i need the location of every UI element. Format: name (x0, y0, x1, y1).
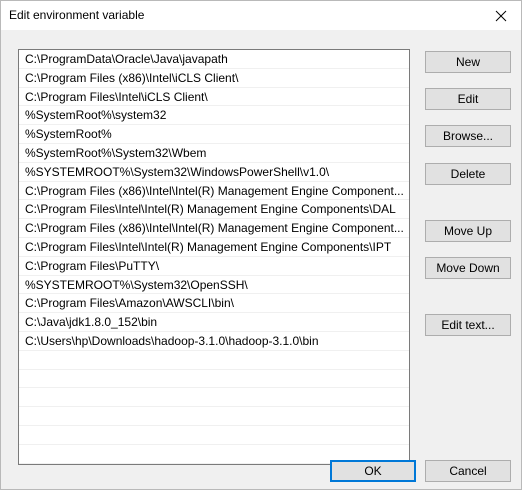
close-icon (495, 10, 507, 21)
path-list[interactable]: C:\ProgramData\Oracle\Java\javapath C:\Pr… (18, 49, 410, 465)
list-item[interactable]: C:\Users\hp\Downloads\hadoop-3.1.0\hadoo… (19, 332, 409, 351)
list-item-empty[interactable] (19, 388, 409, 408)
move-up-button[interactable]: Move Up (425, 220, 511, 242)
delete-button[interactable]: Delete (425, 163, 511, 185)
list-item[interactable]: %SystemRoot%\system32 (19, 106, 409, 126)
list-item[interactable]: %SYSTEMROOT%\System32\OpenSSH\ (19, 276, 409, 295)
list-item[interactable]: C:\Java\jdk1.8.0_152\bin (19, 313, 409, 332)
window-title: Edit environment variable (9, 8, 145, 22)
browse-button[interactable]: Browse... (425, 125, 511, 147)
list-item[interactable]: %SYSTEMROOT%\System32\WindowsPowerShell\… (19, 163, 409, 182)
list-item[interactable]: C:\ProgramData\Oracle\Java\javapath (19, 50, 409, 69)
list-item[interactable]: C:\Program Files\Amazon\AWSCLI\bin\ (19, 294, 409, 314)
edit-text-button[interactable]: Edit text... (425, 314, 511, 336)
list-item[interactable]: %SystemRoot% (19, 125, 409, 144)
new-button[interactable]: New (425, 51, 511, 73)
list-item[interactable]: C:\Program Files\PuTTY\ (19, 257, 409, 276)
list-item-empty[interactable] (19, 426, 409, 445)
ok-button[interactable]: OK (330, 460, 416, 482)
list-item[interactable]: C:\Program Files\Intel\Intel(R) Manageme… (19, 238, 409, 257)
list-item-empty[interactable] (19, 370, 409, 389)
list-item-empty[interactable] (19, 407, 409, 426)
list-item[interactable]: C:\Program Files\Intel\Intel(R) Manageme… (19, 200, 409, 220)
list-item-empty[interactable] (19, 351, 409, 370)
close-button[interactable] (481, 1, 521, 30)
list-item[interactable]: C:\Program Files (x86)\Intel\Intel(R) Ma… (19, 182, 409, 201)
list-item[interactable]: %SystemRoot%\System32\Wbem (19, 144, 409, 163)
list-item[interactable]: C:\Program Files (x86)\Intel\Intel(R) Ma… (19, 219, 409, 238)
list-item[interactable]: C:\Program Files (x86)\Intel\iCLS Client… (19, 69, 409, 88)
move-down-button[interactable]: Move Down (425, 257, 511, 279)
title-bar: Edit environment variable (1, 1, 521, 30)
edit-button[interactable]: Edit (425, 88, 511, 110)
cancel-button[interactable]: Cancel (425, 460, 511, 482)
edit-environment-variable-dialog: Edit environment variable C:\ProgramData… (0, 0, 522, 490)
list-item[interactable]: C:\Program Files\Intel\iCLS Client\ (19, 88, 409, 107)
